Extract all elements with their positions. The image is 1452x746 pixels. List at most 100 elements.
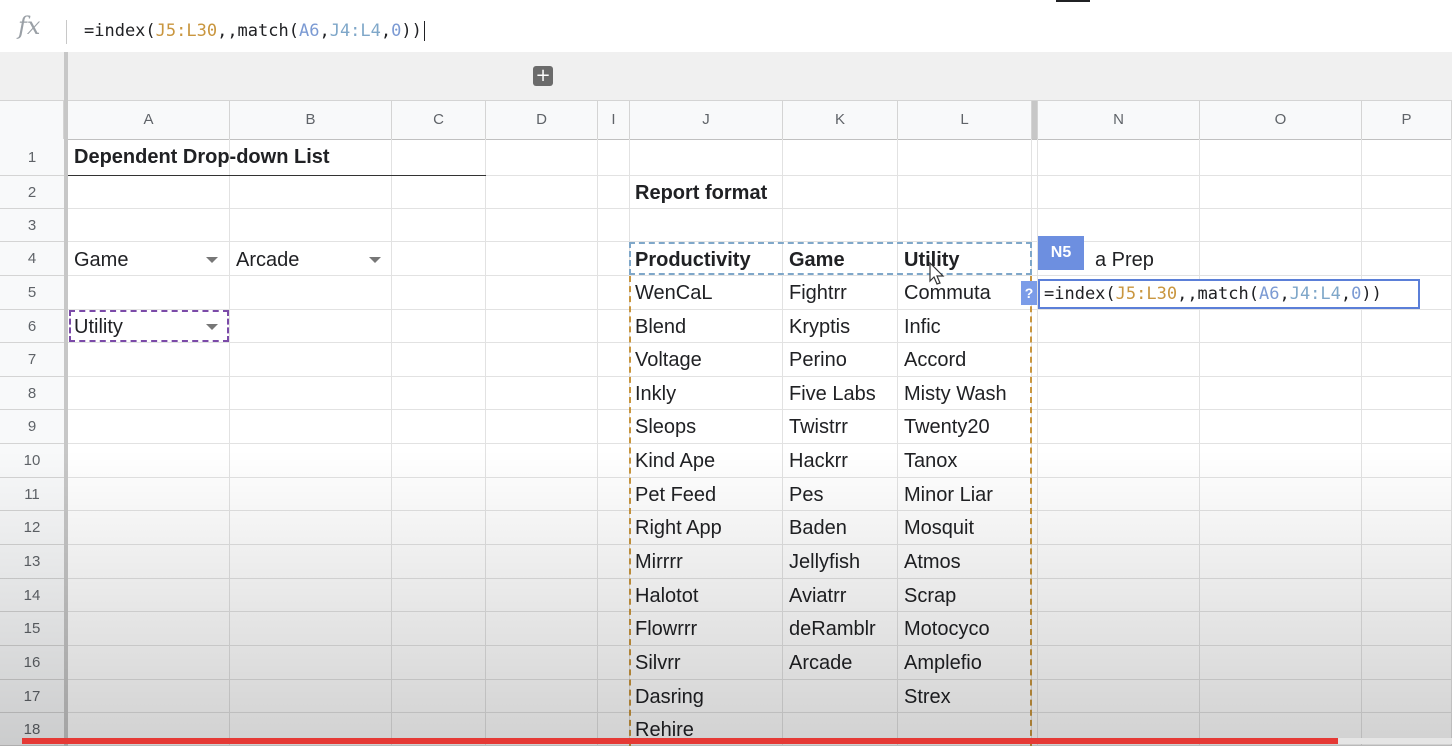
list-cell-l[interactable]: Scrap [904,585,956,608]
list-cell-j[interactable]: Halotot [635,585,698,608]
list-cell-l[interactable]: Infic [904,316,941,339]
row-header-14[interactable]: 14 [0,579,64,612]
dropdown-a6[interactable]: Utility [74,316,123,339]
cell-a1-title[interactable]: Dependent Drop-down List [74,146,330,169]
list-cell-l[interactable]: Misty Wash [904,383,1007,406]
cell-formula-editor[interactable]: =index(J5:L30,,match(A6,J4:L4,0)) [1038,279,1420,309]
row-header-13[interactable]: 13 [0,545,64,579]
dropdown-b4-arrow-icon[interactable] [369,257,381,263]
header-productivity[interactable]: Productivity [635,249,751,272]
formula-token: A6 [298,21,320,41]
list-cell-l[interactable]: Strex [904,686,951,709]
list-cell-j[interactable]: Kind Ape [635,450,715,473]
list-cell-l[interactable]: Mosquit [904,517,974,540]
list-cell-j[interactable]: Sleops [635,416,696,439]
column-header-j[interactable]: J [630,101,783,139]
row-header-1[interactable]: 1 [0,139,64,176]
row-header-16[interactable]: 16 [0,646,64,680]
editor-token: =index( [1044,284,1116,304]
editor-token: A6 [1258,284,1280,304]
list-cell-k[interactable]: Perino [789,349,847,372]
row-headers: 1 2 3 4 5 6 7 8 9 10 11 12 13 14 15 16 17 18 [0,139,68,746]
frozen-divider[interactable] [64,52,68,139]
list-cell-j[interactable]: Mirrrr [635,551,683,574]
select-all-corner[interactable] [0,101,64,139]
list-cell-l[interactable]: Twenty20 [904,416,990,439]
formula-help-icon[interactable]: ? [1021,281,1037,305]
mouse-pointer-icon [929,262,945,285]
row-header-6[interactable]: 6 [0,310,64,343]
list-cell-j[interactable]: Voltage [635,349,702,372]
row-header-8[interactable]: 8 [0,377,64,410]
editor-token: , [1279,284,1290,304]
header-game[interactable]: Game [789,249,845,272]
list-cell-j[interactable]: Dasring [635,686,704,709]
column-gridline [597,139,598,746]
row-header-11[interactable]: 11 [0,478,64,511]
list-cell-l[interactable]: Amplefio [904,652,982,675]
list-cell-j[interactable]: WenCaL [635,282,712,305]
column-header-o[interactable]: O [1200,101,1362,139]
list-cell-k[interactable]: Pes [789,484,823,507]
dropdown-a6-arrow-icon[interactable] [206,324,218,330]
list-cell-l[interactable]: Motocyco [904,618,990,641]
list-cell-l[interactable]: Commuta [904,282,991,305]
row-header-7[interactable]: 7 [0,343,64,377]
column-header-n[interactable]: N [1038,101,1200,139]
list-cell-l[interactable]: Tanox [904,450,957,473]
row-header-3[interactable]: 3 [0,209,64,242]
column-header-d[interactable]: D [486,101,598,139]
column-headers: ABCDIJKLNOP [0,100,1452,140]
row-header-2[interactable]: 2 [0,176,64,209]
list-cell-k[interactable]: Kryptis [789,316,850,339]
column-header-k[interactable]: K [783,101,898,139]
list-cell-j[interactable]: Pet Feed [635,484,716,507]
list-cell-k[interactable]: Fightrr [789,282,847,305]
column-header-a[interactable]: A [68,101,230,139]
column-gridline [485,139,486,746]
list-cell-j[interactable]: Silvrr [635,652,681,675]
row-header-15[interactable]: 15 [0,612,64,646]
list-cell-k[interactable]: Aviatrr [789,585,846,608]
top-edge-mark [1056,0,1090,2]
column-header-i[interactable]: I [598,101,630,139]
list-cell-k[interactable]: Twistrr [789,416,848,439]
formula-input[interactable]: =index(J5:L30,,match(A6,J4:L4,0)) [84,21,425,41]
dropdown-b4[interactable]: Arcade [236,249,299,272]
formula-token: , [319,21,330,41]
video-progress-fill [22,738,1338,744]
column-header-b[interactable]: B [230,101,392,139]
dropdown-a4[interactable]: Game [74,249,128,272]
column-header-p[interactable]: P [1362,101,1452,139]
list-cell-k[interactable]: Jellyfish [789,551,860,574]
video-progress-bar[interactable] [22,738,1452,744]
list-cell-j[interactable]: Right App [635,517,722,540]
list-cell-l[interactable]: Accord [904,349,966,372]
report-format-label[interactable]: Report format [635,182,767,205]
column-header-c[interactable]: C [392,101,486,139]
list-cell-k[interactable]: Arcade [789,652,852,675]
list-cell-j[interactable]: Flowrrr [635,618,697,641]
formula-token: J5:L30 [155,21,218,41]
column-gridline [1037,139,1038,746]
list-cell-l[interactable]: Minor Liar [904,484,993,507]
add-button[interactable]: + [533,66,553,86]
cell-n4-text[interactable]: a Prep [1095,249,1154,272]
column-header-l[interactable]: L [898,101,1032,139]
list-cell-k[interactable]: deRamblr [789,618,876,641]
list-cell-l[interactable]: Atmos [904,551,961,574]
row-header-4[interactable]: 4 [0,242,64,276]
formula-token: =index( [84,21,156,41]
list-cell-j[interactable]: Inkly [635,383,676,406]
row-header-10[interactable]: 10 [0,444,64,478]
list-cell-j[interactable]: Blend [635,316,686,339]
list-cell-k[interactable]: Five Labs [789,383,876,406]
active-cell-label: N5 [1038,236,1084,270]
row-header-17[interactable]: 17 [0,680,64,713]
row-header-5[interactable]: 5 [0,276,64,310]
list-cell-k[interactable]: Hackrr [789,450,848,473]
row-header-9[interactable]: 9 [0,410,64,444]
list-cell-k[interactable]: Baden [789,517,847,540]
row-header-12[interactable]: 12 [0,511,64,545]
dropdown-a4-arrow-icon[interactable] [206,257,218,263]
